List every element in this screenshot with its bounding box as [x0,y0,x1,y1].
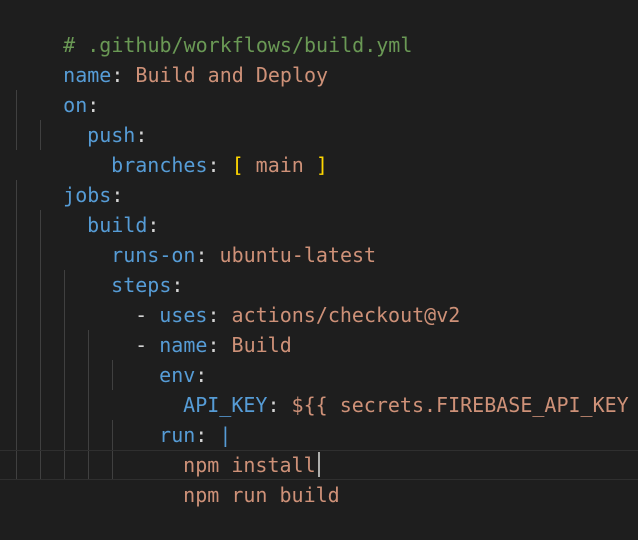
colon-token: : [207,153,220,177]
open-bracket-token: [ [219,153,244,177]
code-line-12[interactable]: env: [111,330,207,387]
close-bracket-token: ] [315,153,328,177]
text-cursor [318,452,320,477]
code-line-1[interactable]: # .github/workflows/build.yml [15,0,412,57]
colon-token: : [267,393,280,417]
code-line-16[interactable]: npm run build [135,450,340,507]
yaml-key: branches [111,153,208,177]
code-line-13[interactable]: API_KEY: ${{ secrets.FIREBASE_API_KEY }} [135,360,638,417]
code-line-10[interactable]: - uses: actions/checkout@v2 [87,270,460,327]
yaml-value: main [243,153,316,177]
code-line-4[interactable]: push: [39,90,147,147]
colon-token: : [111,63,124,87]
code-line-9[interactable]: steps: [63,240,183,297]
colon-token: : [207,333,220,357]
script-command: npm run build [183,483,340,507]
yaml-value: ubuntu-latest [207,243,377,267]
code-line-5[interactable]: branches: [ main ] [63,120,328,177]
code-line-8[interactable]: runs-on: ubuntu-latest [63,210,376,267]
yaml-value: ${{ secrets.FIREBASE_API_KEY }} [279,393,638,417]
code-line-6[interactable]: jobs: [15,150,123,207]
colon-token: : [195,243,208,267]
yaml-value: Build and Deploy [123,63,329,87]
yaml-value: Build [219,333,292,357]
code-editor[interactable]: # .github/workflows/build.yml name: Buil… [0,0,638,507]
code-line-3[interactable]: on: [15,60,99,117]
code-line-11[interactable]: - name: Build [87,300,292,357]
code-line-7[interactable]: build: [39,180,159,237]
code-line-15[interactable]: npm install [135,420,315,477]
code-line-2[interactable]: name: Build and Deploy [15,30,328,87]
code-line-14[interactable]: run: | [111,390,231,447]
